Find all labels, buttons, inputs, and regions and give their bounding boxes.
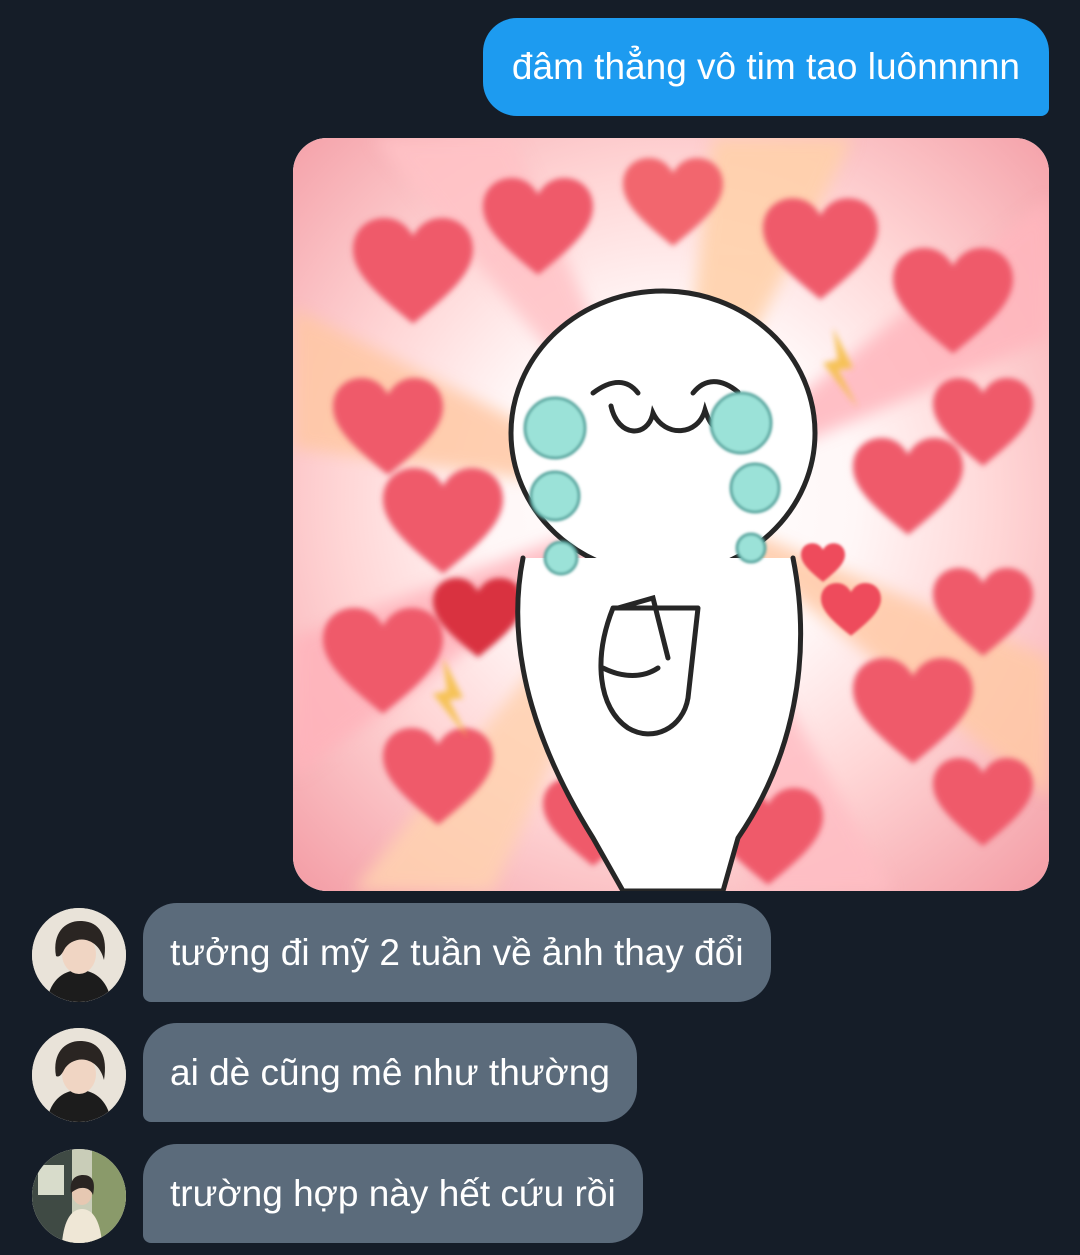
sender-avatar[interactable] [32,1149,126,1243]
dm-conversation: đâm thẳng vô tim tao luônnnnn tưởng đi m… [0,0,1080,1255]
profile-photo-icon [32,908,126,1002]
sender-avatar[interactable] [32,1028,126,1122]
received-message-bubble[interactable]: trường hợp này hết cứu rồi [143,1144,643,1243]
sent-message-bubble[interactable]: đâm thẳng vô tim tao luônnnnn [482,18,1049,116]
profile-photo-icon [32,1149,126,1243]
sender-avatar[interactable] [32,908,126,1002]
sent-meme-image[interactable] [293,138,1049,891]
crying-character-hearts-image [293,138,1049,891]
profile-photo-icon [32,1028,126,1122]
received-message-bubble[interactable]: ai dè cũng mê như thường [143,1023,637,1122]
received-message-bubble[interactable]: tưởng đi mỹ 2 tuần về ảnh thay đổi [143,903,771,1002]
